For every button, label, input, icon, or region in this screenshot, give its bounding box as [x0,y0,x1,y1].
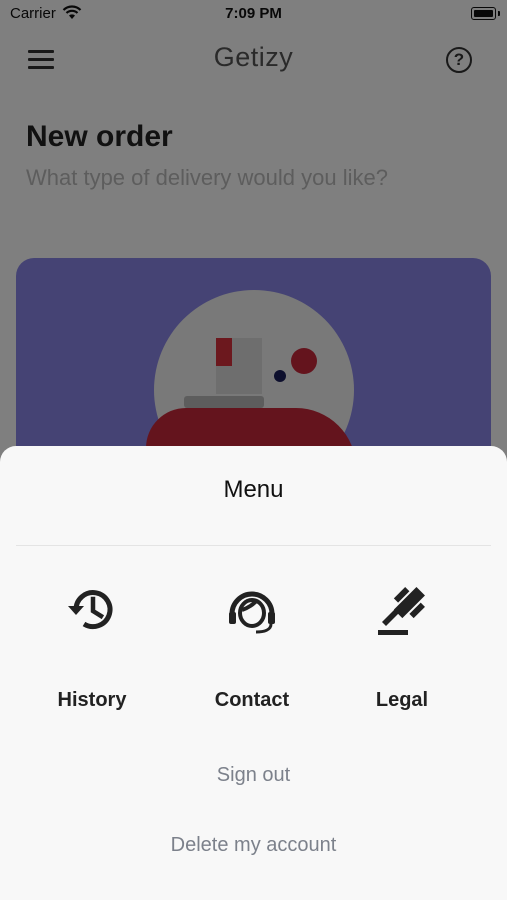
gavel-icon [372,580,432,640]
menu-item-legal[interactable]: Legal [327,580,477,730]
history-icon [62,580,122,640]
headset-icon [222,580,282,640]
menu-title: Menu [223,476,284,503]
menu-item-label: Legal [375,689,429,711]
sign-out-button[interactable]: Sign out [0,764,507,787]
menu-item-history[interactable]: History [17,580,167,730]
menu-item-label: Contact [214,689,290,711]
menu-item-label: History [57,689,127,711]
menu-sheet: Menu History Contact Legal Sign out Dele… [0,446,507,900]
delete-account-button[interactable]: Delete my account [0,834,507,857]
menu-item-contact[interactable]: Contact [177,580,327,730]
divider [16,545,491,546]
